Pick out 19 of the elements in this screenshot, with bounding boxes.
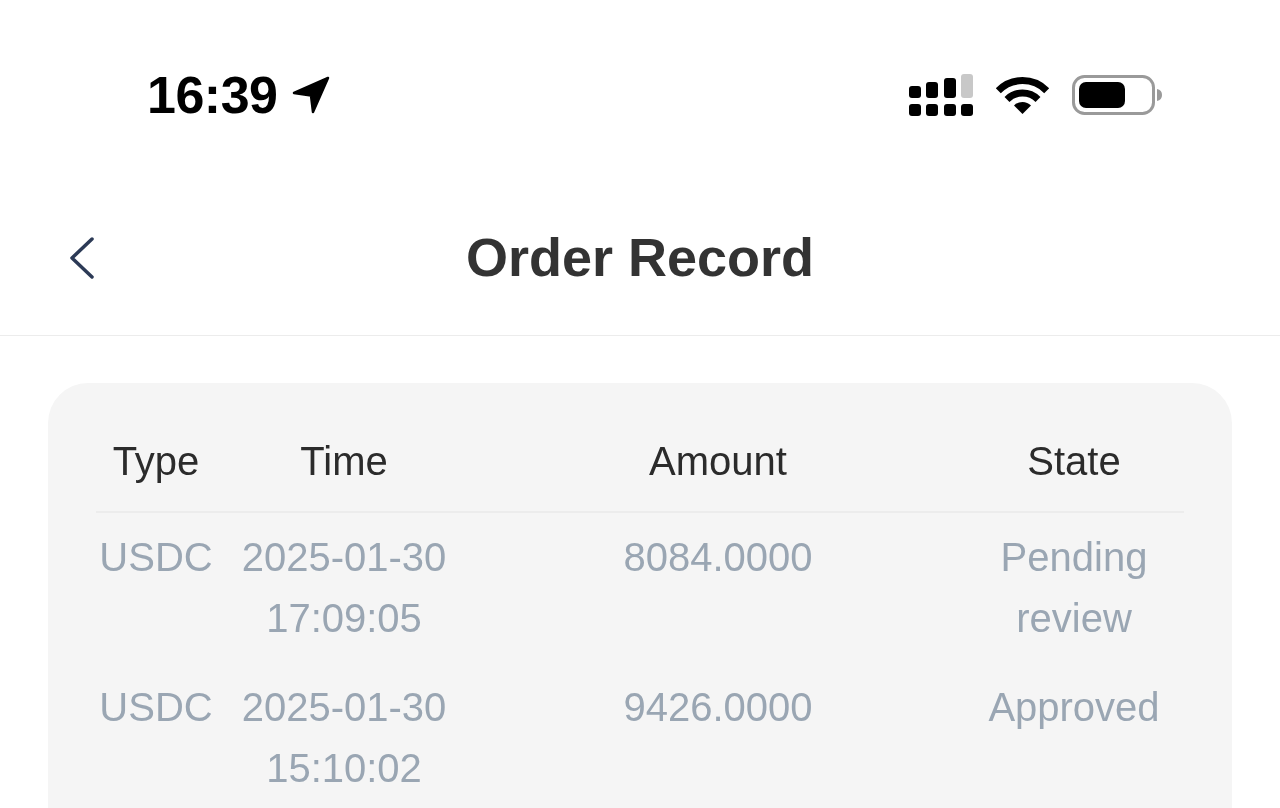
type-cell-text: USDC bbox=[99, 534, 213, 581]
time-cell-text: 2025-01-30 15:10:02 bbox=[240, 684, 448, 792]
amount-cell-text: 9426.0000 bbox=[623, 684, 813, 731]
signal-icon bbox=[909, 74, 973, 116]
location-arrow-icon bbox=[291, 76, 330, 114]
column-header: State bbox=[1027, 438, 1121, 485]
page-title: Order Record bbox=[465, 226, 815, 290]
state-cell-text: Approved bbox=[988, 684, 1160, 731]
time-cell-text: 2025-01-30 17:09:05 bbox=[240, 534, 448, 642]
back-icon[interactable] bbox=[68, 235, 96, 280]
status-time: 16:39 bbox=[147, 69, 278, 121]
state-cell-text: Pending review bbox=[999, 534, 1149, 642]
battery-icon bbox=[1072, 75, 1162, 115]
column-header: Amount bbox=[649, 438, 787, 485]
column-header: Type bbox=[112, 438, 200, 485]
type-cell-text: USDC bbox=[99, 684, 213, 731]
amount-cell-text: 8084.0000 bbox=[623, 534, 813, 581]
column-header: Time bbox=[300, 438, 388, 485]
wifi-icon bbox=[994, 75, 1051, 115]
